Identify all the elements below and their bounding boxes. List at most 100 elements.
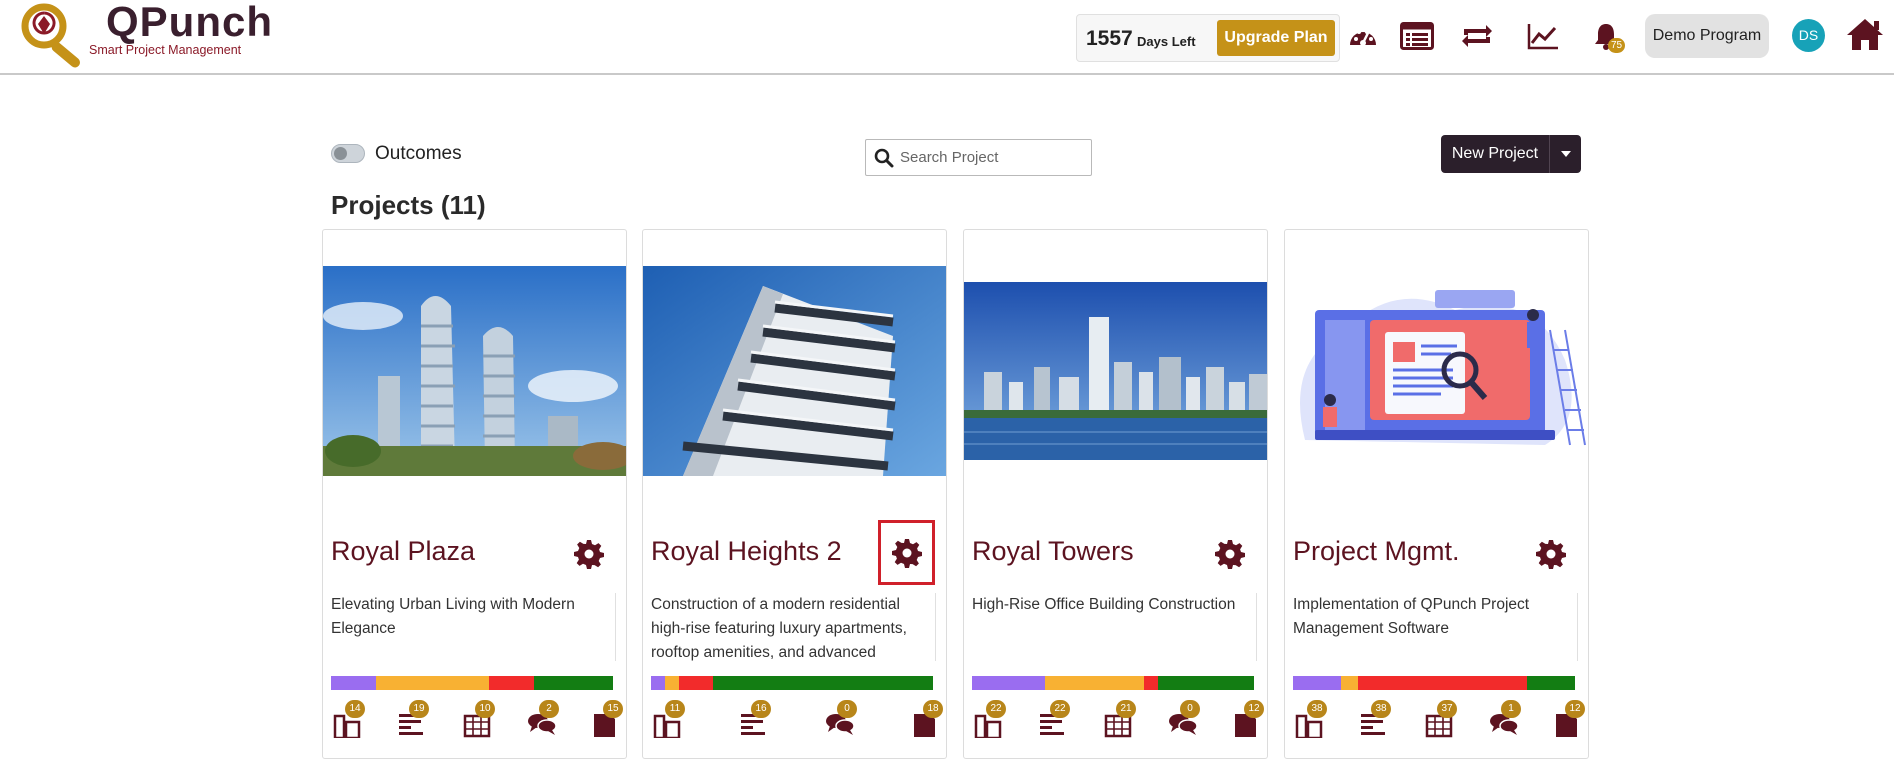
count-badge: 22 (1050, 700, 1070, 718)
highrise-balconies-photo[interactable] (643, 266, 946, 476)
new-project-split-button: New Project (1441, 135, 1581, 173)
count-badge: 18 (923, 700, 943, 718)
count-badge: 0 (837, 700, 857, 718)
status-segment-purple (1293, 676, 1341, 690)
project-management-illustration[interactable] (1285, 270, 1588, 465)
count-badge: 37 (1437, 700, 1457, 718)
reports-stat[interactable]: 12 (1551, 700, 1588, 740)
reports-stat[interactable]: 12 (1230, 700, 1267, 740)
task-status-bar (972, 676, 1254, 690)
discussions-stat[interactable]: 1 (1487, 700, 1527, 740)
line-chart-icon[interactable] (1525, 18, 1561, 54)
twisting-towers-photo[interactable] (323, 266, 626, 476)
status-segment-red (488, 676, 535, 690)
schedule-stat[interactable]: 37 (1423, 700, 1463, 740)
search-box (865, 139, 1092, 176)
count-badge: 14 (345, 700, 365, 718)
project-name[interactable]: Royal Heights 2 (651, 536, 842, 567)
status-segment-orange (665, 676, 680, 690)
gear-icon[interactable] (1532, 535, 1570, 573)
project-stats: 22 22 21 0 12 (972, 700, 1264, 740)
project-stats: 14 19 10 2 15 (331, 700, 623, 740)
status-segment-orange (1340, 676, 1358, 690)
outcomes-label: Outcomes (375, 143, 462, 164)
count-badge: 0 (1180, 700, 1200, 718)
discussions-stat[interactable]: 0 (823, 700, 863, 740)
city-skyline-photo[interactable] (964, 282, 1267, 460)
count-badge: 12 (1244, 700, 1264, 718)
reports-stat[interactable]: 15 (589, 700, 626, 740)
count-badge: 15 (603, 700, 623, 718)
user-avatar[interactable]: DS (1792, 19, 1825, 52)
qpunch-logo[interactable]: QPunch Smart Project Management (20, 0, 272, 72)
search-project-input[interactable] (900, 142, 1085, 173)
sync-arrows-icon[interactable] (1459, 18, 1495, 54)
tasks-stat[interactable]: 19 (395, 700, 435, 740)
upgrade-plan-button[interactable]: Upgrade Plan (1217, 20, 1335, 56)
count-badge: 10 (475, 700, 495, 718)
days-left-number: 1557 (1086, 27, 1133, 50)
status-segment-green (1158, 676, 1254, 690)
schedule-stat[interactable]: 21 (1102, 700, 1142, 740)
count-badge: 22 (986, 700, 1006, 718)
toggle-knob (334, 147, 347, 160)
tasks-stat[interactable]: 16 (737, 700, 777, 740)
documents-stat[interactable]: 14 (331, 700, 371, 740)
status-segment-orange (1045, 676, 1144, 690)
new-project-button[interactable]: New Project (1441, 135, 1549, 173)
count-badge: 38 (1371, 700, 1391, 718)
count-badge: 38 (1307, 700, 1327, 718)
program-selector-button[interactable]: Demo Program (1645, 14, 1769, 58)
status-segment-red (1144, 676, 1159, 690)
gear-icon[interactable] (878, 520, 935, 585)
schedule-stat[interactable]: 10 (461, 700, 501, 740)
project-card[interactable]: Royal Towers High-Rise Office Building C… (963, 229, 1268, 759)
notification-count-badge: 75 (1608, 38, 1625, 53)
status-segment-purple (331, 676, 377, 690)
tasks-stat[interactable]: 38 (1357, 700, 1397, 740)
count-badge: 2 (539, 700, 559, 718)
project-name[interactable]: Royal Plaza (331, 536, 475, 567)
status-segment-red (679, 676, 714, 690)
project-description: Implementation of QPunch Project Managem… (1293, 593, 1578, 661)
task-status-bar (331, 676, 613, 690)
status-segment-orange (376, 676, 489, 690)
tasks-stat[interactable]: 22 (1036, 700, 1076, 740)
project-card[interactable]: Project Mgmt. Implementation of QPunch P… (1284, 229, 1589, 759)
count-badge: 11 (665, 700, 685, 718)
documents-stat[interactable]: 22 (972, 700, 1012, 740)
count-badge: 19 (409, 700, 429, 718)
notification-bell-icon[interactable]: 75 (1588, 18, 1625, 54)
count-badge: 1 (1501, 700, 1521, 718)
dashboard-gauge-icon[interactable] (1345, 18, 1381, 54)
project-card[interactable]: Royal Heights 2 Construction of a modern… (642, 229, 947, 759)
project-card[interactable]: Royal Plaza Elevating Urban Living with … (322, 229, 627, 759)
status-segment-green (534, 676, 613, 690)
magnifier-logo-icon (21, 3, 81, 68)
discussions-stat[interactable]: 2 (525, 700, 565, 740)
gear-icon[interactable] (1211, 535, 1249, 573)
count-badge: 21 (1116, 700, 1136, 718)
reports-stat[interactable]: 18 (909, 700, 946, 740)
status-segment-red (1357, 676, 1528, 690)
chevron-down-icon (1560, 151, 1571, 157)
documents-stat[interactable]: 11 (651, 700, 691, 740)
task-status-bar (651, 676, 933, 690)
project-name[interactable]: Project Mgmt. (1293, 536, 1460, 567)
new-project-dropdown-toggle[interactable] (1549, 135, 1581, 173)
status-segment-green (1527, 676, 1575, 690)
status-segment-green (713, 676, 933, 690)
project-description: High-Rise Office Building Construction (972, 593, 1257, 661)
task-status-bar (1293, 676, 1575, 690)
list-view-icon[interactable] (1399, 18, 1435, 54)
documents-stat[interactable]: 38 (1293, 700, 1333, 740)
outcomes-toggle[interactable] (331, 144, 365, 163)
home-icon[interactable] (1843, 14, 1887, 54)
search-icon (874, 148, 894, 168)
discussions-stat[interactable]: 0 (1166, 700, 1206, 740)
project-stats: 11 16 0 18 (651, 700, 943, 740)
project-name[interactable]: Royal Towers (972, 536, 1134, 567)
gear-icon[interactable] (570, 535, 608, 573)
project-description: Construction of a modern residential hig… (651, 593, 936, 661)
project-stats: 38 38 37 1 12 (1293, 700, 1585, 740)
